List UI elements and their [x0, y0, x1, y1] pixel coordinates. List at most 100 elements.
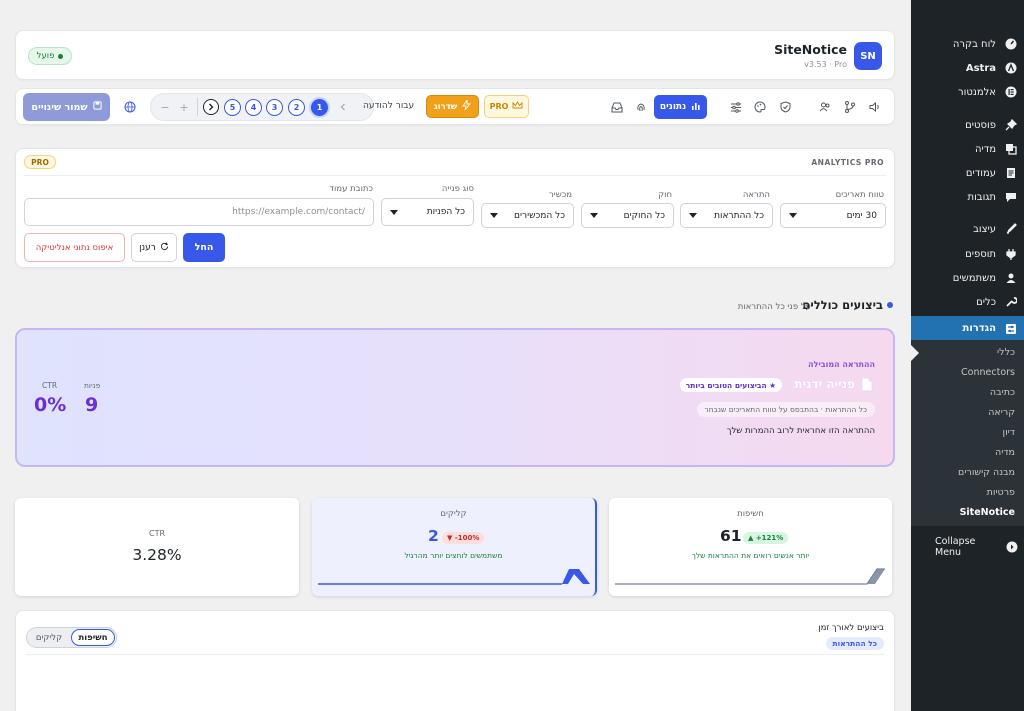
date-range-select[interactable]: 30 ימים	[780, 203, 886, 228]
speaker-icon[interactable]	[867, 99, 883, 115]
requests-label: פניות	[84, 381, 101, 390]
menu-settings[interactable]: הגדרות	[911, 316, 1024, 341]
submenu-privacy[interactable]: פרטיות	[987, 487, 1015, 498]
admin-sidebar: לוח בקרה Astra אלמנטור פוסטים מדיה עמודי…	[911, 0, 1024, 711]
chevron-right-icon	[209, 103, 214, 111]
device-label: מכשיר	[549, 190, 572, 200]
tab-stats[interactable]: נתונים	[654, 95, 707, 119]
menu-users[interactable]: משתמשים	[911, 266, 1024, 290]
goto-notice-label: עבור להודעה	[363, 101, 415, 111]
pin-icon	[1004, 118, 1018, 132]
ctr-card: CTR 3.28%	[15, 498, 299, 596]
menu-appearance[interactable]: עיצוב	[911, 217, 1024, 241]
notice-step-5[interactable]: 5	[224, 99, 241, 116]
chevron-left-icon	[340, 103, 345, 111]
header-card: פועל SN SiteNotice v3.53 · Pro	[15, 30, 895, 80]
toolbar-card: שמור שינויים − + 5 4 3 2 1 עבור להודעה ש…	[15, 88, 895, 125]
tab-clicks[interactable]: קליקים	[29, 629, 69, 646]
submenu-sitenotice[interactable]: SiteNotice	[960, 507, 1015, 518]
users-group-icon[interactable]	[817, 99, 833, 115]
next-notice-button[interactable]	[203, 99, 219, 115]
apply-button[interactable]: החל	[183, 233, 225, 262]
submenu-reading[interactable]: קריאה	[988, 407, 1015, 418]
save-changes-button[interactable]: שמור שינויים	[23, 93, 110, 121]
notice-label: התראה	[742, 190, 770, 200]
upgrade-button[interactable]: שדרוג	[426, 95, 479, 118]
menu-astra[interactable]: Astra	[911, 56, 1024, 80]
collapse-icon	[1005, 540, 1018, 554]
notice-step-3[interactable]: 3	[266, 99, 283, 116]
notice-select[interactable]: כל ההתראות	[680, 203, 773, 228]
menu-elementor[interactable]: אלמנטור	[911, 80, 1024, 104]
device-select[interactable]: כל המכשירים	[481, 203, 574, 228]
chevron-down-icon	[490, 213, 498, 218]
request-type-label: סוג פנייה	[441, 184, 474, 194]
overall-title: ביצועים כוללים	[802, 298, 883, 312]
menu-tools[interactable]: כלים	[911, 290, 1024, 314]
dashboard-icon	[1004, 37, 1018, 51]
submenu-discussion[interactable]: דיון	[1003, 427, 1016, 438]
sliders-icon[interactable]	[728, 99, 744, 115]
collapse-menu-button[interactable]: Collapse Menu	[911, 535, 1024, 559]
menu-dashboard[interactable]: לוח בקרה	[911, 32, 1024, 56]
fingerprint-icon[interactable]	[633, 99, 649, 115]
ctr-value: 0%	[34, 394, 67, 416]
section-dot-icon	[887, 302, 893, 308]
prev-notice-button[interactable]	[336, 99, 350, 115]
plugins-icon	[1004, 247, 1018, 261]
request-type-select[interactable]: כל הפניות	[381, 198, 474, 226]
notice-step-1[interactable]: 1	[311, 99, 328, 116]
ctr-card-value: 3.28%	[132, 546, 182, 564]
menu-comments[interactable]: תגובות	[911, 185, 1024, 209]
submenu-connectors[interactable]: Connectors	[961, 367, 1015, 378]
ctr-card-label: CTR	[148, 529, 166, 538]
status-dot-icon	[58, 53, 64, 59]
submenu-permalinks[interactable]: מבנה קישורים	[958, 467, 1015, 478]
rule-label: חוק	[658, 190, 672, 200]
chevron-down-icon	[590, 213, 598, 218]
best-performance-badge: ★ הביצועים הטובים ביותר	[679, 378, 782, 392]
page-url-input[interactable]: https://example.com/contact/	[24, 198, 374, 226]
reset-analytics-button[interactable]: איפוס נתוני אנליטיקה	[24, 233, 125, 262]
tab-impressions[interactable]: חשיפות	[71, 629, 115, 646]
notice-step-4[interactable]: 4	[245, 99, 262, 116]
page-url-label: כתובת עמוד	[329, 184, 373, 194]
impressions-sparkline	[615, 568, 885, 585]
impressions-card: חשיפות 61 ▲ +121% יותר אנשים רואים את הה…	[609, 498, 892, 596]
app-logo: SN	[854, 42, 882, 70]
menu-posts[interactable]: פוסטים	[911, 113, 1024, 137]
shield-icon[interactable]	[777, 99, 793, 115]
astra-icon	[1004, 61, 1018, 75]
divider	[197, 98, 198, 116]
menu-plugins[interactable]: תוספים	[911, 242, 1024, 266]
menu-pages[interactable]: עמודים	[911, 161, 1024, 185]
pro-badge-button[interactable]: PRO	[484, 95, 529, 118]
clicks-delta-badge: ▼ -100%	[442, 532, 485, 544]
inbox-icon[interactable]	[609, 99, 625, 115]
clicks-label: קליקים	[440, 509, 467, 519]
branch-icon[interactable]	[842, 99, 858, 115]
menu-media[interactable]: מדיה	[911, 137, 1024, 161]
save-icon	[92, 101, 102, 113]
tools-icon	[1004, 295, 1018, 309]
submenu-media[interactable]: מדיה	[995, 447, 1015, 458]
clicks-card: קליקים 2 ▼ -100% משתמשים לוחצים יותר מהר…	[312, 498, 597, 596]
refresh-button[interactable]: רענן	[131, 233, 177, 262]
rule-select[interactable]: כל החוקים	[581, 203, 674, 228]
settings-submenu: כללי Connectors כתיבה קריאה דיון מדיה מב…	[911, 340, 1024, 526]
divider	[24, 175, 886, 176]
media-icon	[1004, 142, 1018, 156]
zoom-in-button[interactable]: +	[176, 99, 192, 115]
notice-step-2[interactable]: 2	[288, 99, 305, 116]
clicks-sparkline	[318, 569, 590, 585]
submenu-general[interactable]: כללי	[997, 347, 1015, 358]
submenu-writing[interactable]: כתיבה	[990, 387, 1015, 398]
palette-icon[interactable]	[752, 99, 768, 115]
impressions-label: חשיפות	[737, 509, 764, 519]
notice-navigator: − + 5 4 3 2 1	[150, 93, 374, 121]
clicks-value: 2	[428, 527, 439, 545]
top-notice-name: פנייה ידנית	[794, 377, 855, 391]
zoom-out-button[interactable]: −	[157, 99, 173, 115]
globe-icon[interactable]	[124, 101, 136, 113]
overall-subtitle: על פני כל ההתראות	[737, 302, 811, 312]
